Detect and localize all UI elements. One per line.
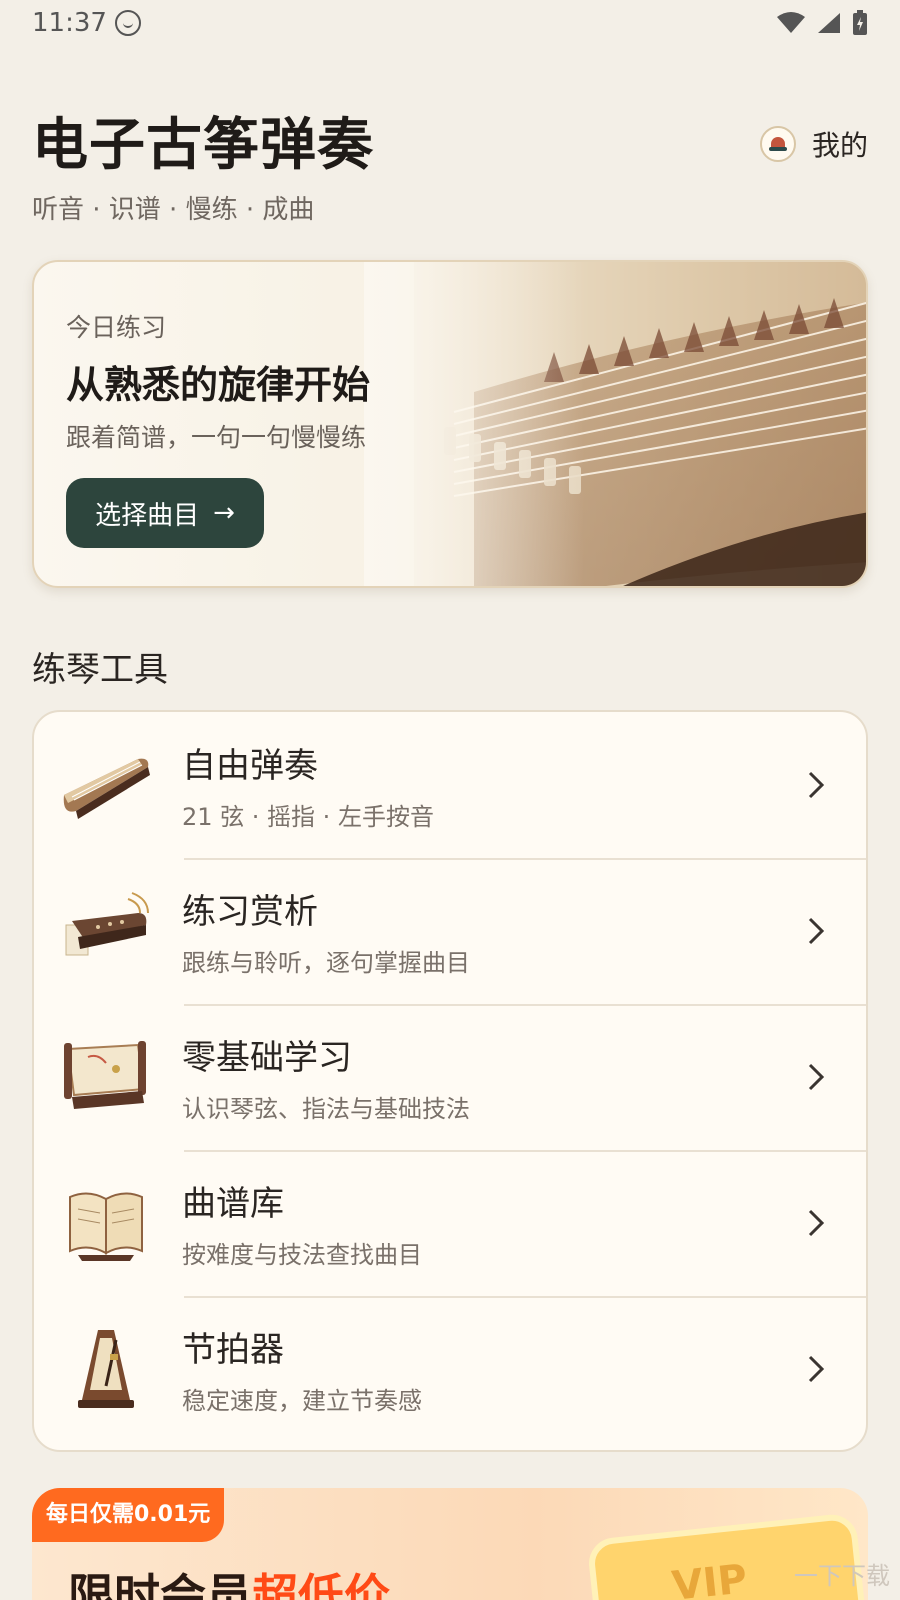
daily-practice-card[interactable]: 今日练习 从熟悉的旋律开始 跟着简谱，一句一句慢慢练 选择曲目 →: [32, 260, 868, 588]
guzheng-icon: [58, 737, 154, 833]
hero-description: 跟着简谱，一句一句慢慢练: [66, 423, 367, 452]
hero-title: 从熟悉的旋律开始: [66, 362, 371, 407]
promo-headline: 限时会员超低价: [68, 1560, 390, 1600]
vip-promo-banner[interactable]: 每日仅需0.01元 限时会员超低价 VIP: [32, 1488, 868, 1600]
arrow-right-icon: →: [213, 498, 235, 528]
promo-headline-a: 限时会员: [68, 1569, 252, 1600]
hero-eyebrow: 今日练习: [66, 313, 167, 342]
status-right: [776, 10, 868, 36]
profile-label: 我的: [811, 129, 868, 162]
status-time: 11:37: [32, 8, 107, 38]
watermark: 一下下载: [794, 1556, 890, 1591]
vip-card-text: VIP: [669, 1556, 750, 1600]
tools-section-title: 练琴工具: [32, 650, 168, 690]
tool-description: 认识琴弦、指法与基础技法: [182, 1095, 470, 1123]
app-subtitle: 听音 · 识谱 · 慢练 · 成曲: [32, 195, 315, 225]
header: 电子古筝弹奏 听音 · 识谱 · 慢练 · 成曲 我的: [32, 100, 868, 225]
tool-item-sheet-library[interactable]: 曲谱库 按难度与技法查找曲目: [34, 1150, 866, 1296]
metronome-icon: [58, 1321, 154, 1417]
tool-title: 练习赏析: [182, 892, 318, 932]
status-bar: 11:37: [0, 0, 900, 46]
status-left: 11:37: [32, 8, 141, 38]
promo-headline-b: 超低价: [252, 1569, 390, 1600]
chevron-right-icon: [798, 1059, 834, 1095]
tool-item-beginner-learning[interactable]: 零基础学习 认识琴弦、指法与基础技法: [34, 1004, 866, 1150]
tool-description: 按难度与技法查找曲目: [182, 1241, 422, 1269]
tool-title: 曲谱库: [182, 1184, 284, 1224]
signal-icon: [818, 13, 840, 33]
tool-item-free-play[interactable]: 自由弹奏 21 弦 · 摇指 · 左手按音: [34, 712, 866, 858]
battery-icon: [853, 10, 867, 35]
watermark-text: 一下下载: [794, 1562, 890, 1590]
book-icon: [58, 1175, 154, 1271]
guzheng-sound-icon: [58, 883, 154, 979]
tool-description: 跟练与聆听，逐句掌握曲目: [182, 949, 470, 977]
select-song-button[interactable]: 选择曲目 →: [66, 478, 264, 548]
chevron-right-icon: [798, 767, 834, 803]
tool-title: 节拍器: [182, 1330, 284, 1370]
chevron-right-icon: [798, 1351, 834, 1387]
scroll-icon: [58, 1029, 154, 1125]
tool-description: 稳定速度，建立节奏感: [182, 1387, 422, 1415]
chevron-right-icon: [798, 1205, 834, 1241]
tool-title: 零基础学习: [182, 1038, 352, 1078]
tool-title: 自由弹奏: [182, 746, 318, 786]
profile-button[interactable]: 我的: [759, 124, 868, 164]
tool-description: 21 弦 · 摇指 · 左手按音: [182, 803, 434, 831]
wifi-icon: [777, 12, 805, 33]
tool-item-practice-appreciation[interactable]: 练习赏析 跟练与聆听，逐句掌握曲目: [34, 858, 866, 1004]
select-song-label: 选择曲目: [95, 500, 200, 531]
tools-list: 自由弹奏 21 弦 · 摇指 · 左手按音 练习赏析 跟练与聆听，逐句掌握曲目: [32, 710, 868, 1452]
hero-fade: [364, 262, 584, 586]
chevron-right-icon: [798, 913, 834, 949]
tool-item-metronome[interactable]: 节拍器 稳定速度，建立节奏感: [34, 1296, 866, 1442]
app-title: 电子古筝弹奏: [32, 112, 374, 178]
promo-price-badge: 每日仅需0.01元: [32, 1488, 225, 1542]
profile-avatar-icon: [759, 126, 796, 162]
notification-cat-icon: [114, 10, 141, 36]
